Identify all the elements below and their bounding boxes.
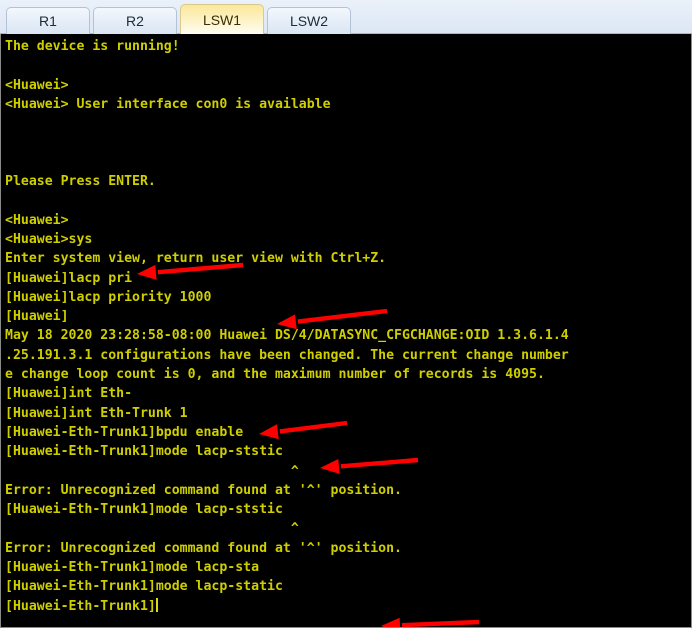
terminal-line: [Huawei-Eth-Trunk1]mode lacp-ststic <box>5 444 283 460</box>
terminal-line: Error: Unrecognized command found at '^'… <box>5 540 402 556</box>
terminal-line: The device is running! <box>5 39 180 54</box>
terminal-line: Error: Unrecognized command found at '^'… <box>5 482 402 498</box>
terminal-line: ^ <box>5 521 299 537</box>
tab-list: R1 R2 LSW1 LSW2 <box>0 0 692 34</box>
tab-lsw1[interactable]: LSW1 <box>180 4 264 34</box>
terminal-line: Please Press ENTER. <box>5 174 156 190</box>
terminal-line: <Huawei>sys <box>5 231 93 247</box>
tab-label: R1 <box>39 13 57 29</box>
tab-r1[interactable]: R1 <box>6 7 90 34</box>
terminal-line: [Huawei] <box>5 309 69 325</box>
terminal-line: [Huawei-Eth-Trunk1]mode lacp-ststic <box>5 502 283 518</box>
terminal-line: [Huawei-Eth-Trunk1] <box>5 597 158 614</box>
terminal-line: [Huawei-Eth-Trunk1]mode lacp-static <box>5 579 283 595</box>
tab-bar: R1 R2 LSW1 LSW2 <box>0 0 692 34</box>
terminal-line: Enter system view, return user view with… <box>5 251 387 267</box>
tab-label: R2 <box>126 13 144 29</box>
terminal-line: [Huawei]int Eth-Trunk 1 <box>5 405 188 421</box>
terminal-line: [Huawei]int Eth- <box>5 386 133 402</box>
text-cursor <box>155 597 158 612</box>
tab-lsw2[interactable]: LSW2 <box>267 7 351 34</box>
terminal-console[interactable]: The device is running! <Huawei> <Huawei> U… <box>0 34 692 628</box>
terminal-output: The device is running! <Huawei> <Huawei> U… <box>5 37 691 627</box>
terminal-line: ^ <box>5 463 299 479</box>
tab-label: LSW2 <box>289 13 329 29</box>
terminal-line: <Huawei> <box>5 77 69 93</box>
terminal-line: May 18 2020 23:28:58-08:00 Huawei DS/4/D… <box>5 328 569 344</box>
terminal-line: [Huawei-Eth-Trunk1]bpdu enable <box>5 424 244 440</box>
terminal-line: <Huawei> User interface con0 is availabl… <box>5 96 331 112</box>
terminal-line: <Huawei> <box>5 212 69 228</box>
tab-r2[interactable]: R2 <box>93 7 177 34</box>
terminal-line: e change loop count is 0, and the maximu… <box>5 367 545 383</box>
terminal-line: .25.191.3.1 configurations have been cha… <box>5 347 569 363</box>
tab-label: LSW1 <box>202 11 242 28</box>
terminal-line: [Huawei]lacp priority 1000 <box>5 289 212 305</box>
terminal-line: [Huawei]lacp pri <box>5 270 133 286</box>
terminal-line: [Huawei-Eth-Trunk1]mode lacp-sta <box>5 560 260 576</box>
